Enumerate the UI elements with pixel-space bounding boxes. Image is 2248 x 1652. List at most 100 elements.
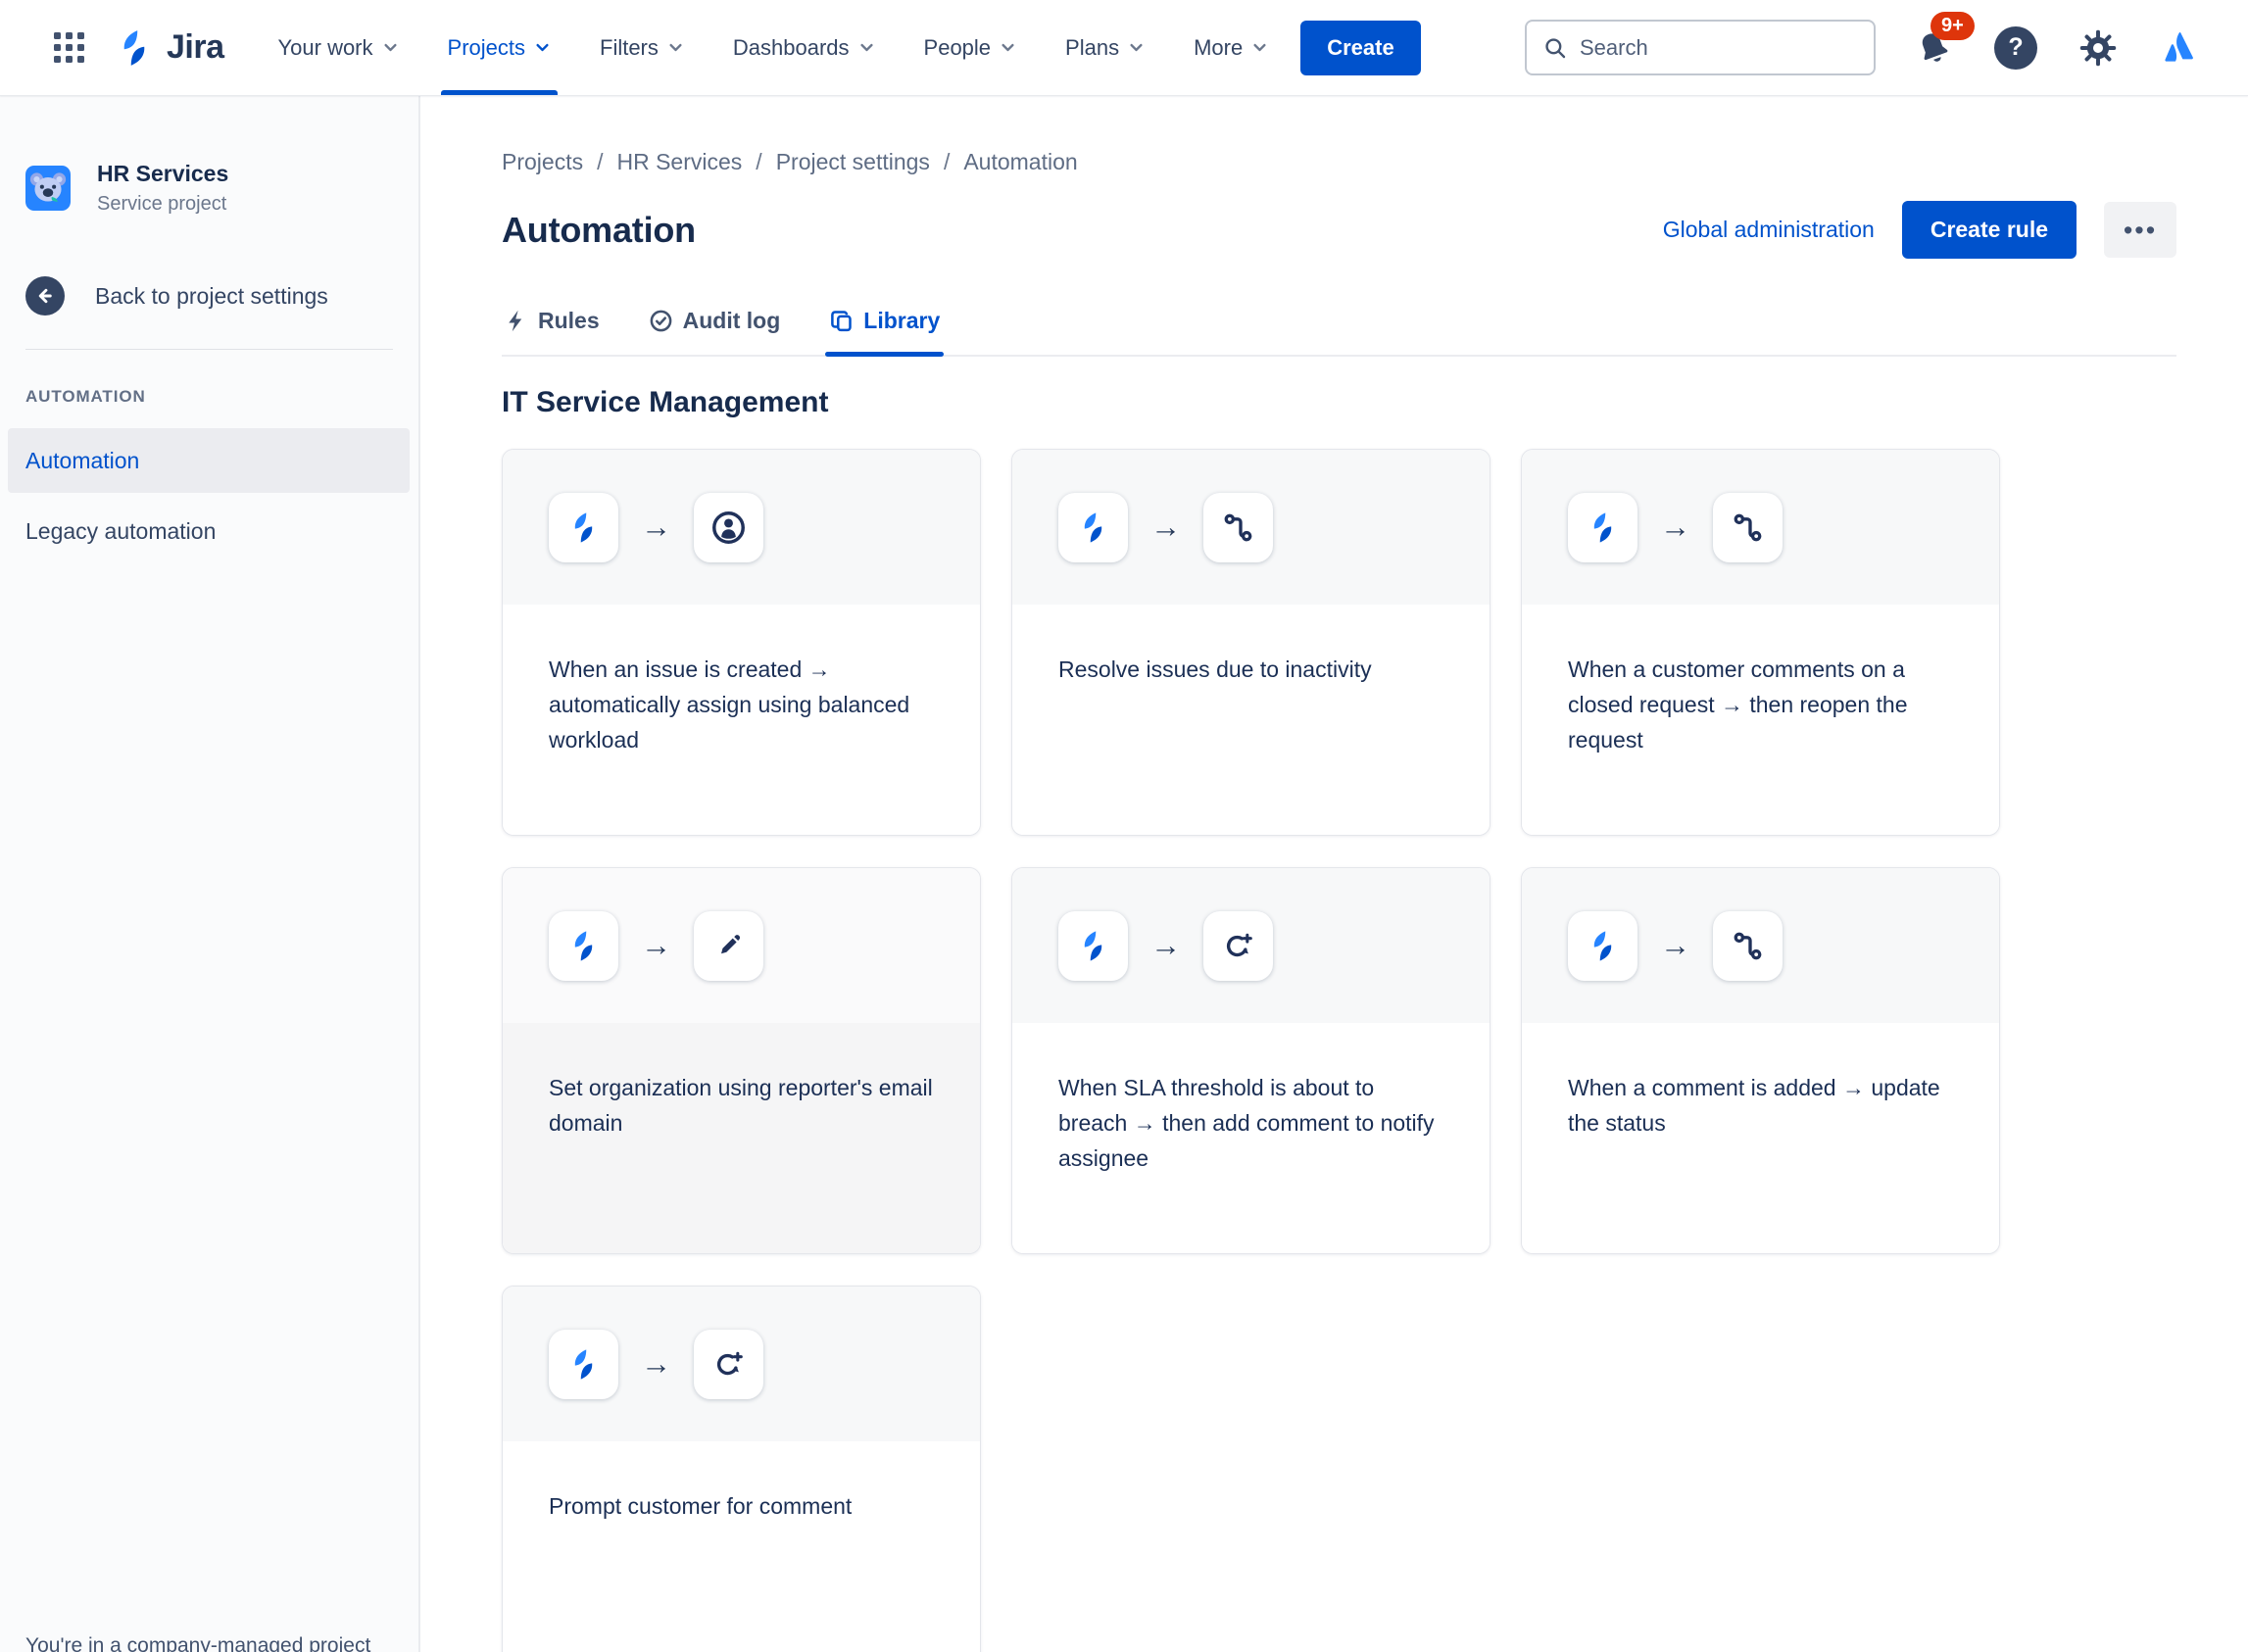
nav-item-people[interactable]: People: [921, 0, 1020, 95]
person-circle-icon: [694, 492, 763, 562]
breadcrumb: Projects / HR Services / Project settings / Au…: [502, 149, 2176, 175]
nav-item-projects[interactable]: Projects: [440, 0, 559, 95]
sidebar-item-automation[interactable]: Automation: [8, 428, 410, 493]
top-navigation: Jira Your work Projects Filters Dashboar…: [0, 0, 2248, 96]
nav-item-label: Plans: [1065, 34, 1120, 60]
card-title: When an issue is created → automatically…: [549, 656, 910, 753]
automation-template-card[interactable]: → When a customer comments on a closed r…: [1521, 449, 2000, 836]
tab-library[interactable]: Library: [825, 300, 945, 357]
back-to-project-settings[interactable]: Back to project settings: [0, 276, 418, 316]
sidebar-item-label: Automation: [25, 447, 140, 473]
page-header: Automation Global administration Create …: [502, 201, 2176, 259]
chevron-down-icon: [1251, 39, 1268, 56]
sidebar-items: Automation Legacy automation: [0, 428, 418, 563]
arrow-right-icon: →: [1660, 510, 1690, 544]
back-circle: [25, 276, 65, 316]
nav-item-label: Your work: [277, 34, 373, 60]
arrow-right-icon: →: [641, 1346, 671, 1381]
nav-item-your-work[interactable]: Your work: [275, 0, 402, 95]
card-title: When SLA threshold is about to breach → …: [1058, 1075, 1435, 1171]
automation-template-card[interactable]: → When SLA threshold is about to breach …: [1011, 867, 1491, 1254]
breadcrumb-project-settings[interactable]: Project settings: [776, 149, 930, 175]
sidebar-item-legacy-automation[interactable]: Legacy automation: [8, 499, 410, 563]
notifications-button[interactable]: 9+: [1909, 11, 1975, 73]
global-administration-link[interactable]: Global administration: [1663, 217, 1875, 243]
nav-item-dashboards[interactable]: Dashboards: [730, 0, 878, 95]
automation-trigger-icon: [549, 492, 618, 562]
chevron-down-icon: [1000, 39, 1016, 56]
tab-label: Audit log: [682, 308, 781, 333]
tab-label: Rules: [538, 308, 600, 333]
automation-template-card[interactable]: → Resolve issues due to inactivity: [1011, 449, 1491, 836]
check-circle-icon: [649, 309, 673, 333]
nav-item-plans[interactable]: Plans: [1062, 0, 1148, 95]
jira-logo-text: Jira: [167, 28, 224, 66]
breadcrumb-hr-services[interactable]: HR Services: [616, 149, 742, 175]
card-icon-strip: →: [1522, 868, 1999, 1023]
automation-trigger-icon: [1058, 492, 1128, 562]
more-actions-button[interactable]: •••: [2104, 202, 2176, 258]
nav-right-cluster: 9+ ?: [1525, 11, 2205, 75]
tab-rules[interactable]: Rules: [502, 300, 602, 355]
card-icon-strip: →: [1522, 450, 1999, 605]
workflow-icon: [1713, 492, 1783, 562]
card-icon-strip: →: [503, 450, 980, 605]
library-section-title: IT Service Management: [502, 386, 829, 418]
create-rule-button[interactable]: Create rule: [1901, 201, 2077, 259]
back-label: Back to project settings: [95, 282, 328, 309]
project-settings-sidebar: HR Services Service project Back to proj…: [0, 96, 420, 1652]
tab-audit-log[interactable]: Audit log: [647, 300, 783, 355]
arrow-left-icon: [33, 284, 57, 308]
notification-badge: 9+: [1930, 11, 1975, 40]
app-switcher-icon[interactable]: [43, 23, 94, 73]
arrow-right-icon: →: [1660, 928, 1690, 962]
automation-template-card[interactable]: → Set organization using reporter's emai…: [502, 867, 981, 1254]
automation-trigger-icon: [1058, 910, 1128, 981]
template-card-grid: → When an issue is created → automatical…: [502, 449, 2176, 1652]
settings-button[interactable]: [2074, 24, 2123, 73]
automation-trigger-icon: [1568, 492, 1637, 562]
card-icon-strip: →: [503, 868, 980, 1023]
chevron-down-icon: [382, 39, 399, 56]
jira-logo-icon: [112, 25, 157, 71]
gear-icon: [2077, 27, 2119, 69]
breadcrumb-projects[interactable]: Projects: [502, 149, 583, 175]
automation-trigger-icon: [1568, 910, 1637, 981]
main-content: Projects / HR Services / Project settings / Au…: [420, 96, 2248, 1652]
atlassian-switcher-button[interactable]: [2156, 24, 2205, 73]
automation-template-card[interactable]: → Prompt customer for comment: [502, 1286, 981, 1652]
atlassian-icon: [2160, 27, 2201, 69]
search-icon: [1542, 35, 1568, 61]
automation-template-card[interactable]: → When an issue is created → automatical…: [502, 449, 981, 836]
card-body: When an issue is created → automatically…: [503, 605, 980, 835]
project-name: HR Services: [97, 161, 229, 186]
nav-item-label: Filters: [600, 34, 659, 60]
search-box[interactable]: [1525, 20, 1876, 75]
card-body: When a customer comments on a closed req…: [1522, 605, 1999, 835]
automation-trigger-icon: [549, 1329, 618, 1399]
card-icon-strip: →: [1012, 868, 1490, 1023]
nav-item-filters[interactable]: Filters: [597, 0, 687, 95]
breadcrumb-automation[interactable]: Automation: [963, 149, 1077, 175]
nav-item-label: Dashboards: [732, 34, 850, 60]
automation-trigger-icon: [549, 910, 618, 981]
nav-item-label: More: [1194, 34, 1244, 60]
page-title: Automation: [502, 209, 696, 250]
search-input[interactable]: [1580, 34, 1858, 61]
card-title: Resolve issues due to inactivity: [1058, 656, 1372, 682]
chevron-down-icon: [667, 39, 684, 56]
card-body: Resolve issues due to inactivity: [1012, 605, 1490, 835]
grid-icon: [53, 32, 84, 63]
card-title: Set organization using reporter's email …: [549, 1075, 933, 1136]
jira-logo[interactable]: Jira: [112, 25, 224, 71]
card-icon-strip: →: [503, 1287, 980, 1441]
automation-tabs: Rules Audit log Library: [502, 300, 2176, 357]
help-button[interactable]: ?: [1991, 24, 2040, 73]
create-button[interactable]: Create: [1300, 20, 1421, 75]
chevron-down-icon: [858, 39, 875, 56]
project-header: HR Services Service project: [0, 161, 418, 216]
arrow-right-icon: →: [641, 928, 671, 962]
chevron-down-icon: [1128, 39, 1145, 56]
automation-template-card[interactable]: → When a comment is added → update the s…: [1521, 867, 2000, 1254]
nav-item-more[interactable]: More: [1191, 0, 1271, 95]
